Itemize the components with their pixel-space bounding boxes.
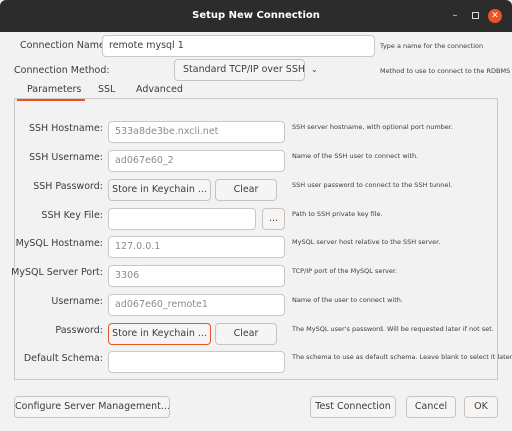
connection-method-dropdown[interactable]: Standard TCP/IP over SSH ⌄	[174, 59, 318, 81]
ssh-store-keychain-button[interactable]: Store in Keychain ...	[108, 179, 211, 201]
connection-name-label: Connection Name:	[20, 40, 109, 51]
ssh-hostname-label: SSH Hostname:	[29, 123, 103, 134]
ssh-hostname-hint: SSH server hostname, with optional port …	[292, 123, 453, 131]
window-title: Setup New Connection	[192, 10, 320, 21]
test-connection-button[interactable]: Test Connection	[310, 396, 396, 418]
default-schema-label: Default Schema:	[23, 353, 103, 364]
configure-server-button[interactable]: Configure Server Management...	[14, 396, 170, 418]
ssh-key-file-label: SSH Key File:	[41, 210, 103, 221]
ssh-username-label: SSH Username:	[29, 152, 103, 163]
connection-method-hint: Method to use to connect to the RDBMS	[380, 67, 511, 75]
tab-ssl[interactable]: SSL	[98, 84, 115, 95]
mysql-hostname-hint: MySQL server host relative to the SSH se…	[292, 238, 441, 246]
ssh-password-label: SSH Password:	[33, 181, 103, 192]
mysql-port-input[interactable]: 3306	[108, 265, 285, 287]
connection-name-hint: Type a name for the connection	[380, 42, 484, 50]
ssh-key-file-hint: Path to SSH private key file.	[292, 210, 383, 218]
ssh-username-hint: Name of the SSH user to connect with.	[292, 152, 419, 160]
tab-parameters[interactable]: Parameters	[27, 84, 81, 95]
store-keychain-button[interactable]: Store in Keychain ...	[108, 323, 211, 345]
mysql-hostname-label: MySQL Hostname:	[15, 238, 103, 249]
username-input[interactable]: ad067e60_remote1	[108, 294, 285, 316]
ssh-clear-button[interactable]: Clear	[215, 179, 277, 201]
tab-advanced[interactable]: Advanced	[136, 84, 183, 95]
active-tab-indicator	[17, 99, 85, 101]
ssh-key-file-input[interactable]	[108, 208, 256, 230]
clear-password-button[interactable]: Clear	[215, 323, 277, 345]
connection-method-value: Standard TCP/IP over SSH	[183, 64, 306, 75]
mysql-port-hint: TCP/IP port of the MySQL server.	[292, 267, 398, 275]
ssh-key-browse-button[interactable]: ...	[262, 208, 285, 230]
default-schema-input[interactable]	[108, 351, 285, 373]
ssh-username-input[interactable]: ad067e60_2	[108, 150, 285, 172]
close-icon[interactable]: ✕	[488, 9, 502, 23]
password-label: Password:	[55, 325, 103, 336]
cancel-button[interactable]: Cancel	[406, 396, 456, 418]
mysql-port-label: MySQL Server Port:	[11, 267, 103, 278]
ssh-hostname-input[interactable]: 533a8de3be.nxcli.net	[108, 121, 285, 143]
minimize-icon[interactable]: –	[448, 9, 462, 23]
ssh-password-hint: SSH user password to connect to the SSH …	[292, 181, 453, 189]
connection-method-label: Connection Method:	[14, 65, 110, 76]
default-schema-hint: The schema to use as default schema. Lea…	[292, 353, 512, 361]
password-hint: The MySQL user's password. Will be reque…	[292, 325, 494, 333]
username-label: Username:	[51, 296, 103, 307]
connection-name-input[interactable]: remote mysql 1	[102, 35, 375, 57]
maximize-icon[interactable]	[468, 9, 482, 23]
ok-button[interactable]: OK	[464, 396, 498, 418]
title-bar: Setup New Connection – ✕	[0, 0, 512, 32]
chevron-down-icon: ⌄	[311, 65, 318, 74]
username-hint: Name of the user to connect with.	[292, 296, 403, 304]
mysql-hostname-input[interactable]: 127.0.0.1	[108, 236, 285, 258]
